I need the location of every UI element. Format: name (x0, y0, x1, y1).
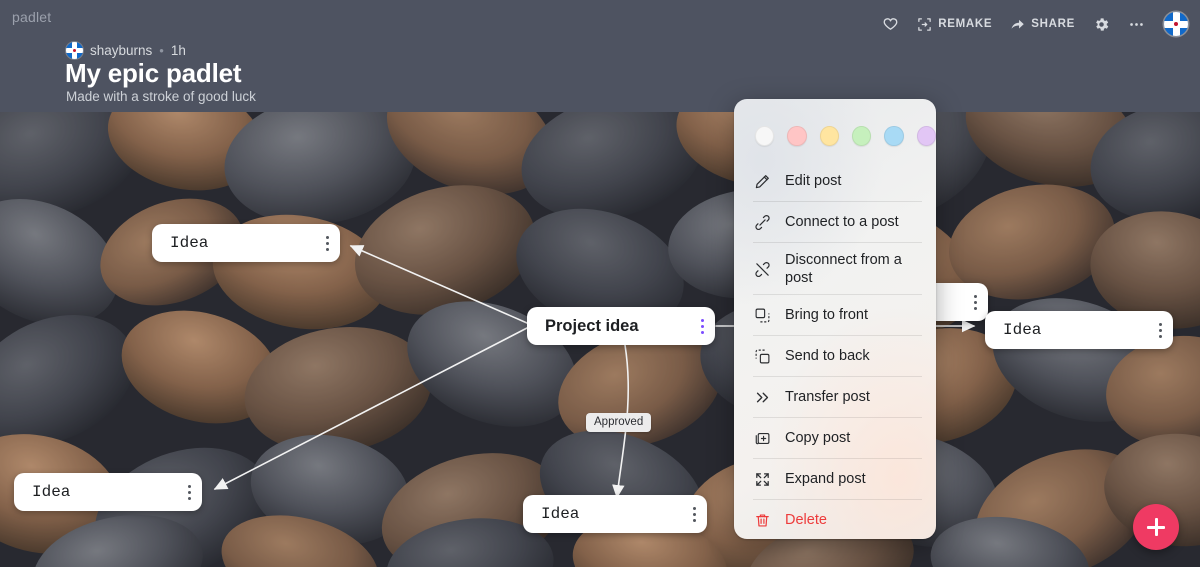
post-menu-button[interactable] (962, 283, 988, 321)
header-toolbar: REMAKE SHARE (873, 8, 1188, 40)
post-card-project-idea[interactable]: Project idea (527, 307, 715, 345)
copy-icon (753, 429, 772, 448)
menu-item-label: Bring to front (785, 307, 869, 324)
post-text: Idea (541, 505, 580, 523)
menu-item-disconnect-from-a-post[interactable]: Disconnect from a post (734, 243, 936, 295)
expand-icon (753, 470, 772, 489)
remake-icon (917, 17, 932, 32)
padlet-canvas[interactable]: Idea Project idea Idea Idea Idea Approve… (0, 112, 1200, 567)
share-button[interactable]: SHARE (1001, 12, 1084, 37)
post-card[interactable]: Idea (152, 224, 340, 262)
menu-item-label: Delete (785, 512, 827, 529)
transfer-icon (753, 388, 772, 407)
heart-icon (882, 16, 899, 33)
add-post-button[interactable] (1133, 504, 1179, 550)
page-subtitle[interactable]: Made with a stroke of good luck (66, 89, 256, 104)
author-meta: shayburns • 1h (66, 41, 186, 59)
post-menu-button[interactable] (314, 224, 340, 262)
menu-item-label: Connect to a post (785, 214, 899, 231)
post-card[interactable]: Idea (14, 473, 202, 511)
pencil-icon (753, 172, 772, 191)
color-swatch-green[interactable] (851, 126, 872, 146)
trash-icon (753, 511, 772, 530)
menu-item-expand-post[interactable]: Expand post (734, 459, 936, 500)
color-swatch-blue[interactable] (884, 126, 904, 146)
post-context-menu[interactable]: Edit post Connect to a post Disconnect f… (734, 99, 936, 539)
user-avatar[interactable] (1164, 12, 1188, 36)
page-title[interactable]: My epic padlet (65, 58, 242, 89)
padlet-app: Idea Project idea Idea Idea Idea Approve… (0, 0, 1200, 567)
color-swatch-red[interactable] (787, 126, 807, 146)
author-avatar[interactable] (66, 41, 83, 59)
post-text: Idea (1003, 321, 1042, 339)
post-text: Project idea (545, 316, 639, 335)
menu-item-label: Expand post (785, 471, 866, 488)
menu-item-bring-to-front[interactable]: Bring to front (734, 295, 936, 336)
menu-item-connect-to-a-post[interactable]: Connect to a post (734, 202, 936, 243)
connection-label[interactable]: Approved (586, 413, 652, 432)
menu-item-send-to-back[interactable]: Send to back (734, 336, 936, 377)
color-swatch-white[interactable] (755, 126, 775, 146)
remake-button[interactable]: REMAKE (908, 12, 1001, 37)
menu-item-label: Disconnect from a post (785, 251, 902, 286)
menu-item-transfer-post[interactable]: Transfer post (734, 377, 936, 418)
post-card[interactable]: Idea (523, 495, 707, 533)
color-swatch-row (734, 99, 936, 153)
padlet-logo[interactable]: padlet (12, 9, 51, 25)
post-menu-button[interactable] (176, 473, 202, 511)
remake-label: REMAKE (938, 18, 993, 30)
share-icon (1010, 17, 1025, 32)
post-menu-button[interactable] (681, 495, 707, 533)
send-back-icon (753, 347, 772, 366)
bring-front-icon (753, 306, 772, 325)
menu-item-label: Copy post (785, 430, 851, 447)
menu-item-label: Transfer post (785, 389, 870, 406)
share-label: SHARE (1031, 18, 1075, 30)
color-swatch-yellow[interactable] (819, 126, 839, 146)
post-menu-button-active[interactable] (689, 307, 715, 345)
menu-item-copy-post[interactable]: Copy post (734, 418, 936, 459)
gear-icon (1093, 16, 1110, 33)
disconnect-icon (753, 260, 772, 279)
favorite-button[interactable] (873, 11, 908, 38)
context-menu-items: Edit post Connect to a post Disconnect f… (734, 161, 936, 539)
author-name[interactable]: shayburns (90, 43, 152, 58)
timestamp: 1h (170, 42, 186, 58)
menu-item-edit-post[interactable]: Edit post (734, 161, 936, 202)
menu-item-delete[interactable]: Delete (734, 500, 936, 539)
ellipsis-icon (1128, 16, 1145, 33)
menu-item-label: Send to back (785, 348, 870, 365)
post-text: Idea (170, 234, 209, 252)
color-swatch-purple[interactable] (916, 126, 936, 146)
post-card[interactable]: Idea (985, 311, 1173, 349)
settings-button[interactable] (1084, 11, 1119, 38)
meta-separator: • (159, 42, 164, 58)
post-text: Idea (32, 483, 71, 501)
post-menu-button[interactable] (1147, 311, 1173, 349)
more-options-button[interactable] (1119, 11, 1154, 38)
menu-item-label: Edit post (785, 173, 842, 190)
connect-icon (753, 213, 772, 232)
padlet-header: padlet shayburns • 1h My epic padlet Mad… (0, 0, 1200, 112)
